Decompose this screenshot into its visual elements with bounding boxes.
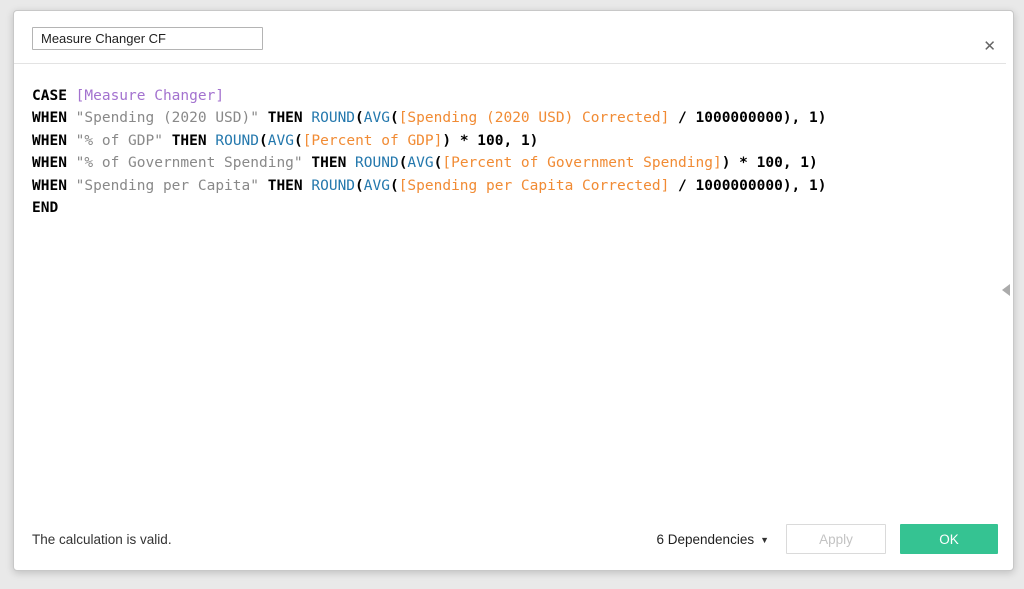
calculated-field-dialog: ✕ CASE [Measure Changer]WHEN "Spending (… <box>13 10 1014 571</box>
keyword-token: WHEN <box>32 133 67 149</box>
keyword-token: WHEN <box>32 178 67 194</box>
code-text <box>163 133 172 149</box>
function-token: ROUND <box>311 178 355 194</box>
function-token: ROUND <box>215 133 259 149</box>
keyword-token: CASE <box>32 88 67 104</box>
code-text: ( <box>355 178 364 194</box>
apply-button[interactable]: Apply <box>786 524 886 554</box>
caret-down-icon: ▼ <box>760 533 769 545</box>
keyword-token: THEN <box>172 133 207 149</box>
dependencies-label: 6 Dependencies <box>657 532 755 547</box>
dialog-footer: The calculation is valid. 6 Dependencies… <box>14 508 1013 570</box>
keyword-token: WHEN <box>32 110 67 126</box>
calculation-name-input[interactable] <box>32 27 263 50</box>
code-text: ( <box>390 110 399 126</box>
code-text <box>67 155 76 171</box>
code-text: / 1000000000), 1) <box>669 178 826 194</box>
field-token: [Spending per Capita Corrected] <box>399 178 670 194</box>
keyword-token: THEN <box>268 110 303 126</box>
code-text <box>67 178 76 194</box>
code-text <box>346 155 355 171</box>
collapse-panel-arrow-icon[interactable] <box>1002 284 1010 296</box>
ok-button[interactable]: OK <box>900 524 998 554</box>
code-text <box>259 178 268 194</box>
code-text: ) * 100, 1) <box>442 133 538 149</box>
code-line: WHEN "% of Government Spending" THEN ROU… <box>32 152 981 174</box>
function-token: AVG <box>268 133 294 149</box>
code-text: ( <box>390 178 399 194</box>
keyword-token: END <box>32 200 58 216</box>
code-text <box>259 110 268 126</box>
string-token: "Spending (2020 USD)" <box>76 110 259 126</box>
close-icon[interactable]: ✕ <box>983 39 996 54</box>
keyword-token: THEN <box>311 155 346 171</box>
code-line: WHEN "Spending (2020 USD)" THEN ROUND(AV… <box>32 107 981 129</box>
code-text <box>67 88 76 104</box>
dependencies-dropdown[interactable]: 6 Dependencies ▼ <box>657 532 770 547</box>
keyword-token: WHEN <box>32 155 67 171</box>
field-token: [Spending (2020 USD) Corrected] <box>399 110 670 126</box>
string-token: "Spending per Capita" <box>76 178 259 194</box>
function-token: ROUND <box>355 155 399 171</box>
code-line: END <box>32 197 981 219</box>
function-token: AVG <box>364 178 390 194</box>
validation-status: The calculation is valid. <box>32 532 172 547</box>
formula-editor[interactable]: CASE [Measure Changer]WHEN "Spending (20… <box>14 64 999 508</box>
code-text <box>67 110 76 126</box>
code-text: ( <box>355 110 364 126</box>
field-token: [Percent of Government Spending] <box>442 155 721 171</box>
string-token: "% of Government Spending" <box>76 155 303 171</box>
code-text: ) * 100, 1) <box>722 155 818 171</box>
function-token: AVG <box>364 110 390 126</box>
keyword-token: THEN <box>268 178 303 194</box>
code-line: WHEN "% of GDP" THEN ROUND(AVG([Percent … <box>32 130 981 152</box>
code-line: WHEN "Spending per Capita" THEN ROUND(AV… <box>32 175 981 197</box>
function-token: AVG <box>407 155 433 171</box>
field-token: [Percent of GDP] <box>303 133 443 149</box>
code-text: ( <box>259 133 268 149</box>
string-token: "% of GDP" <box>76 133 163 149</box>
code-text <box>67 133 76 149</box>
parameter-token: [Measure Changer] <box>76 88 224 104</box>
function-token: ROUND <box>311 110 355 126</box>
code-line: CASE [Measure Changer] <box>32 85 981 107</box>
code-text: / 1000000000), 1) <box>669 110 826 126</box>
code-text: ( <box>294 133 303 149</box>
